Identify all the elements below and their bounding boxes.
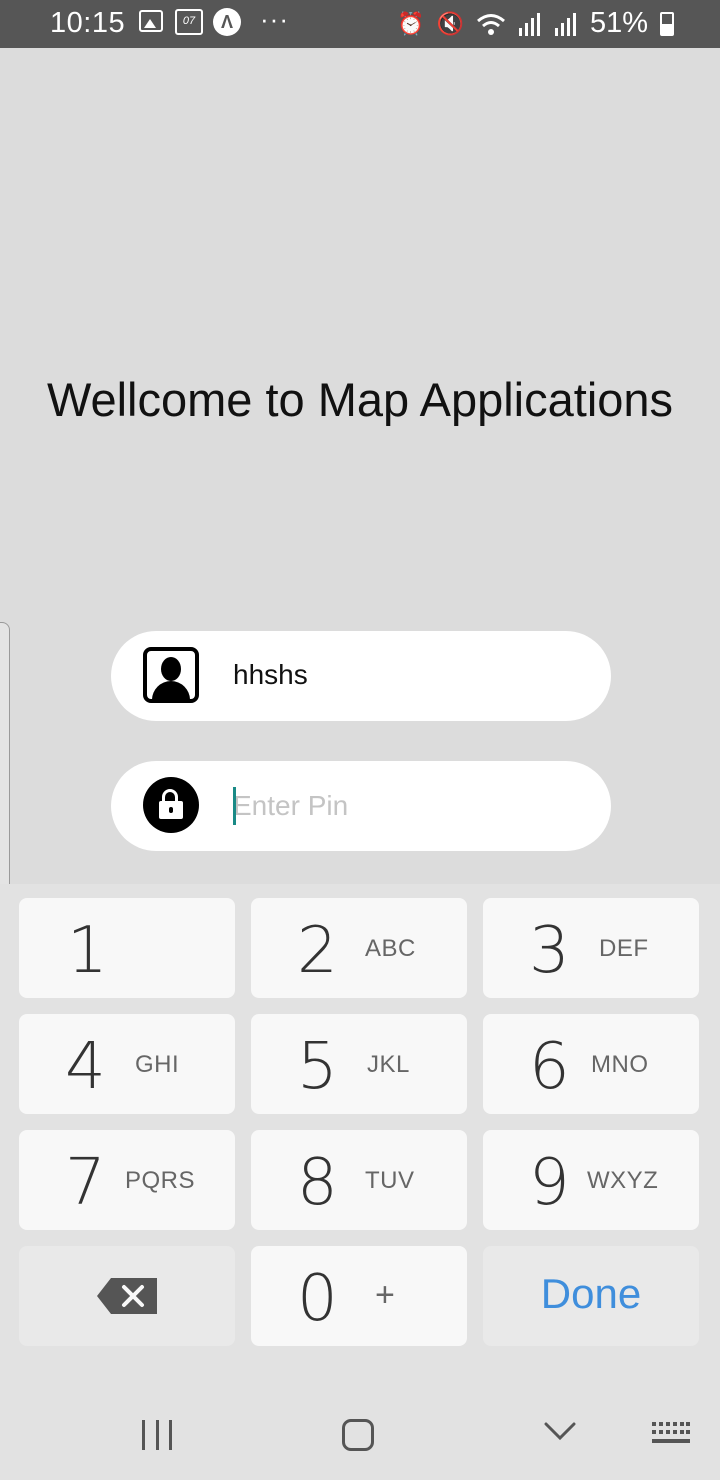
a-icon: Λ [213, 8, 241, 36]
gallery-icon [139, 10, 163, 32]
key-letters: GHI [135, 1051, 180, 1078]
signal-icon [518, 12, 540, 36]
key-digit: 6 [529, 1030, 570, 1104]
key-7[interactable]: 7 PQRS [19, 1130, 235, 1230]
key-digit: 1 [67, 914, 108, 988]
backspace-button[interactable] [19, 1246, 235, 1346]
edge-panel-handle[interactable] [0, 622, 10, 896]
key-digit: 4 [65, 1030, 106, 1104]
username-field[interactable]: hhshs [111, 631, 611, 721]
key-letters: MNO [591, 1051, 649, 1078]
text-cursor [233, 787, 236, 825]
key-letters: PQRS [125, 1167, 196, 1194]
key-8[interactable]: 8 TUV [251, 1130, 467, 1230]
navigation-bar [0, 1364, 720, 1480]
key-1[interactable]: 1 [19, 898, 235, 998]
done-label: Done [540, 1270, 642, 1317]
key-digit: 7 [65, 1146, 106, 1220]
status-time: 10:15 [50, 7, 126, 39]
lock-open-icon [143, 777, 199, 833]
key-digit: 3 [529, 914, 570, 988]
key-digit: 9 [529, 1146, 570, 1220]
key-digit: 8 [297, 1146, 338, 1220]
recent-apps-icon[interactable] [142, 1420, 172, 1450]
wifi-icon [476, 13, 505, 35]
keyboard-icon[interactable] [652, 1422, 690, 1446]
key-3[interactable]: 3 DEF [483, 898, 699, 998]
key-6[interactable]: 6 MNO [483, 1014, 699, 1114]
pin-field[interactable] [111, 761, 611, 851]
key-letters: + [375, 1276, 396, 1314]
key-2[interactable]: 2 ABC [251, 898, 467, 998]
done-button[interactable]: Done [483, 1246, 699, 1346]
key-letters: ABC [365, 935, 416, 962]
battery-percent: 51% [589, 7, 648, 39]
more-notifications-icon: ··· [260, 4, 289, 34]
key-digit: 5 [297, 1030, 338, 1104]
calendar-icon: 07 [175, 9, 203, 35]
user-icon [143, 647, 199, 703]
username-value: hhshs [233, 659, 308, 690]
key-letters: WXYZ [587, 1167, 659, 1194]
backspace-icon [97, 1278, 157, 1314]
mute-icon: 🔇 [436, 10, 464, 36]
battery-icon [660, 11, 674, 36]
key-9[interactable]: 9 WXYZ [483, 1130, 699, 1230]
key-digit: 2 [297, 914, 338, 988]
key-5[interactable]: 5 JKL [251, 1014, 467, 1114]
status-right-cluster: ⏰ 🔇 51% [397, 7, 674, 40]
key-4[interactable]: 4 GHI [19, 1014, 235, 1114]
alarm-icon: ⏰ [397, 10, 425, 36]
back-chevron-icon[interactable] [544, 1418, 576, 1442]
signal-icon [554, 12, 576, 36]
numeric-keypad: 1 2 ABC 3 DEF 4 GHI 5 JKL 6 MNO 7 PQRS 8… [0, 884, 720, 1364]
key-digit: 0 [297, 1262, 338, 1336]
key-0[interactable]: 0 + [251, 1246, 467, 1346]
pin-input[interactable] [233, 783, 573, 829]
key-letters: TUV [365, 1167, 415, 1194]
key-letters: JKL [367, 1051, 410, 1078]
status-bar: 10:15 07 Λ ··· ⏰ 🔇 51% [0, 0, 720, 48]
key-letters: DEF [599, 935, 649, 962]
home-icon[interactable] [342, 1419, 374, 1451]
page-title: Wellcome to Map Applications [46, 373, 674, 426]
